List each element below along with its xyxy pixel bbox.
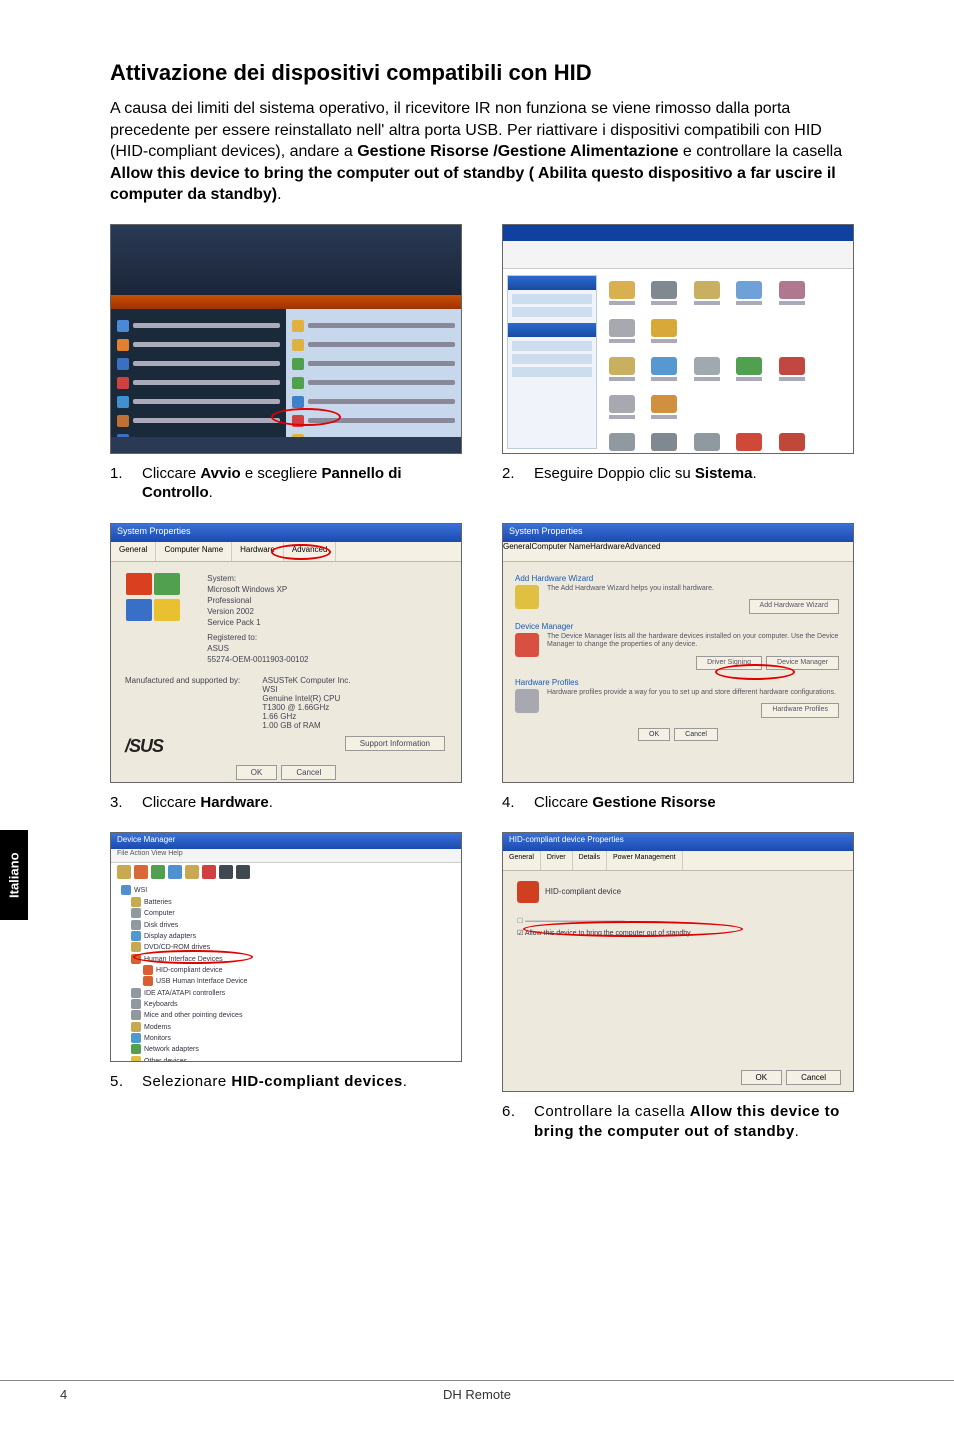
page-footer: 4 DH Remote: [0, 1380, 954, 1408]
step-6-caption: 6.Controllare la casella Allow this devi…: [502, 1102, 854, 1141]
step-4-caption: 4.Cliccare Gestione Risorse: [502, 793, 854, 813]
screenshot-system-properties-general: System Properties General Computer Name …: [110, 523, 462, 783]
step-5-caption: 5.Selezionare HID-compliant devices.: [110, 1072, 462, 1092]
page-title: Attivazione dei dispositivi compatibili …: [110, 60, 854, 86]
language-tab: Italiano: [0, 830, 28, 920]
screenshot-start-menu: [110, 224, 462, 454]
highlight-device-manager-button: [715, 664, 795, 680]
highlight-hardware-tab: [271, 544, 331, 560]
screenshot-control-panel: [502, 224, 854, 454]
highlight-control-panel: [271, 408, 341, 426]
page-number: 4: [60, 1387, 67, 1402]
footer-title: DH Remote: [0, 1387, 954, 1402]
intro-paragraph: A causa dei limiti del sistema operativo…: [110, 98, 854, 206]
screenshot-system-properties-hardware: System Properties General Computer Name …: [502, 523, 854, 783]
step-1-caption: 1.Cliccare Avvio e scegliere Pannello di…: [110, 464, 462, 503]
screenshot-device-manager: Device Manager File Action View Help WSI…: [110, 832, 462, 1062]
step-2-caption: 2.Eseguire Doppio clic su Sistema.: [502, 464, 854, 484]
screenshot-hid-properties: HID-compliant device Properties General …: [502, 832, 854, 1092]
step-3-caption: 3.Cliccare Hardware.: [110, 793, 462, 813]
